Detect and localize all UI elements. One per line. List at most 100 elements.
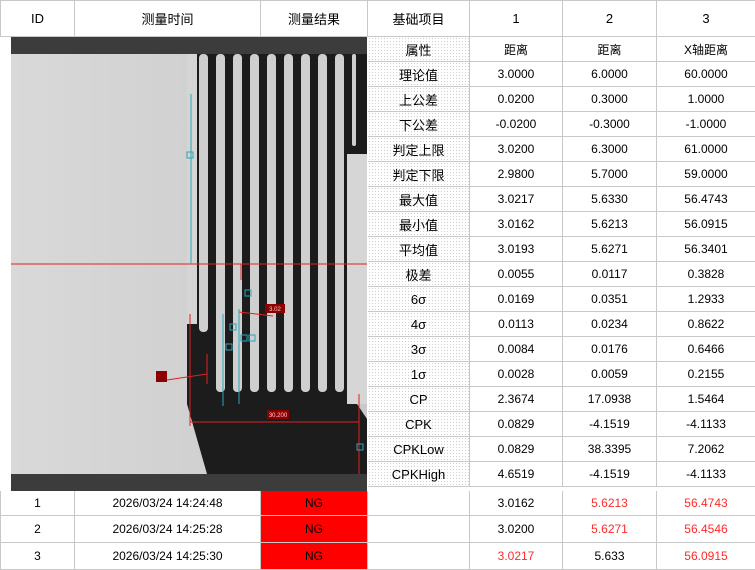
record-time[interactable]: 2026/03/24 14:25:28 — [75, 516, 261, 543]
stat-value-1: 2.9800 — [470, 162, 563, 187]
record-value-2: 5.633 — [563, 543, 657, 570]
record-result-ng[interactable]: NG — [261, 516, 368, 543]
stat-label: 6σ — [368, 287, 470, 312]
record-value-1: 3.0217 — [470, 543, 563, 570]
stat-label: CPK — [368, 412, 470, 437]
header-col1[interactable]: 1 — [470, 0, 563, 37]
stat-value-2: -0.3000 — [563, 112, 657, 137]
stat-value-2: 6.0000 — [563, 62, 657, 87]
stat-label: 上公差 — [368, 87, 470, 112]
stat-value-3: 60.0000 — [657, 62, 755, 87]
stat-value-1: 0.0200 — [470, 87, 563, 112]
stat-label: 极差 — [368, 262, 470, 287]
stat-value-3: 7.2062 — [657, 437, 755, 462]
record-value-1: 3.0162 — [470, 491, 563, 516]
stat-label: 平均值 — [368, 237, 470, 262]
stat-value-1: 0.0829 — [470, 437, 563, 462]
header-result[interactable]: 测量结果 — [261, 0, 368, 37]
record-result-ng[interactable]: NG — [261, 491, 368, 516]
record-value-3: 56.4743 — [657, 491, 755, 516]
stat-value-1: 3.0217 — [470, 187, 563, 212]
stat-value-3: 59.0000 — [657, 162, 755, 187]
stat-value-1: 3.0193 — [470, 237, 563, 262]
header-col3[interactable]: 3 — [657, 0, 755, 37]
stat-value-3: -4.1133 — [657, 462, 755, 487]
image-viewer[interactable]: 3.02 30.200 — [11, 37, 367, 491]
record-id[interactable]: 2 — [0, 516, 75, 543]
stat-label: 判定上限 — [368, 137, 470, 162]
stat-value-3: 0.2155 — [657, 362, 755, 387]
stat-value-1: 0.0028 — [470, 362, 563, 387]
stat-value-2: 0.0059 — [563, 362, 657, 387]
stat-value-1: 4.6519 — [470, 462, 563, 487]
stat-value-3: 1.2933 — [657, 287, 755, 312]
stat-value-3: 0.8622 — [657, 312, 755, 337]
stat-value-3: X轴距离 — [657, 37, 755, 62]
stat-value-3: -1.0000 — [657, 112, 755, 137]
stat-label: 下公差 — [368, 112, 470, 137]
stat-value-1: 3.0162 — [470, 212, 563, 237]
stat-value-1: -0.0200 — [470, 112, 563, 137]
record-time[interactable]: 2026/03/24 14:25:30 — [75, 543, 261, 570]
stat-label: CPKHigh — [368, 462, 470, 487]
origin-marker — [156, 371, 167, 382]
stat-value-2: 5.6330 — [563, 187, 657, 212]
stat-value-3: 0.6466 — [657, 337, 755, 362]
header-time[interactable]: 测量时间 — [75, 0, 261, 37]
record-blank — [368, 491, 470, 516]
record-blank — [368, 516, 470, 543]
stat-value-2: 0.0176 — [563, 337, 657, 362]
stat-value-2: 距离 — [563, 37, 657, 62]
viewer-top-bar — [11, 37, 367, 54]
stat-value-3: 56.4743 — [657, 187, 755, 212]
stat-label: 判定下限 — [368, 162, 470, 187]
stat-value-1: 3.0000 — [470, 62, 563, 87]
stat-label: 4σ — [368, 312, 470, 337]
record-value-2: 5.6271 — [563, 516, 657, 543]
record-time[interactable]: 2026/03/24 14:24:48 — [75, 491, 261, 516]
header-col2[interactable]: 2 — [563, 0, 657, 37]
stat-value-1: 3.0200 — [470, 137, 563, 162]
record-value-1: 3.0200 — [470, 516, 563, 543]
header-items[interactable]: 基础项目 — [368, 0, 470, 37]
stat-value-1: 2.3674 — [470, 387, 563, 412]
stat-value-3: 56.3401 — [657, 237, 755, 262]
stat-label: 3σ — [368, 337, 470, 362]
stat-value-3: 1.5464 — [657, 387, 755, 412]
stat-label: 1σ — [368, 362, 470, 387]
stat-value-2: 38.3395 — [563, 437, 657, 462]
stat-value-2: -4.1519 — [563, 412, 657, 437]
stat-value-1: 0.0113 — [470, 312, 563, 337]
stat-label: 最小值 — [368, 212, 470, 237]
stat-value-2: 17.0938 — [563, 387, 657, 412]
stat-value-1: 0.0829 — [470, 412, 563, 437]
record-value-3: 56.4546 — [657, 516, 755, 543]
record-result-ng[interactable]: NG — [261, 543, 368, 570]
stat-value-2: 0.3000 — [563, 87, 657, 112]
stat-value-2: 0.0351 — [563, 287, 657, 312]
record-id[interactable]: 3 — [0, 543, 75, 570]
stat-value-2: 0.0117 — [563, 262, 657, 287]
stat-value-2: 5.7000 — [563, 162, 657, 187]
stat-label: 最大值 — [368, 187, 470, 212]
stat-value-3: 61.0000 — [657, 137, 755, 162]
stat-value-3: 0.3828 — [657, 262, 755, 287]
inspection-image[interactable]: 3.02 30.200 — [11, 54, 367, 474]
stat-value-1: 0.0169 — [470, 287, 563, 312]
stat-label: 属性 — [368, 37, 470, 62]
header-id[interactable]: ID — [0, 0, 75, 37]
stat-value-1: 0.0055 — [470, 262, 563, 287]
stat-value-2: 0.0234 — [563, 312, 657, 337]
stat-label: CP — [368, 387, 470, 412]
stat-label: 理论值 — [368, 62, 470, 87]
stat-value-1: 0.0084 — [470, 337, 563, 362]
record-id[interactable]: 1 — [0, 491, 75, 516]
stat-value-2: 5.6213 — [563, 212, 657, 237]
stat-value-1: 距离 — [470, 37, 563, 62]
stat-value-2: 5.6271 — [563, 237, 657, 262]
record-value-2: 5.6213 — [563, 491, 657, 516]
stat-label: CPKLow — [368, 437, 470, 462]
stat-value-3: 56.0915 — [657, 212, 755, 237]
record-value-3: 56.0915 — [657, 543, 755, 570]
viewer-bottom-bar — [11, 474, 367, 491]
